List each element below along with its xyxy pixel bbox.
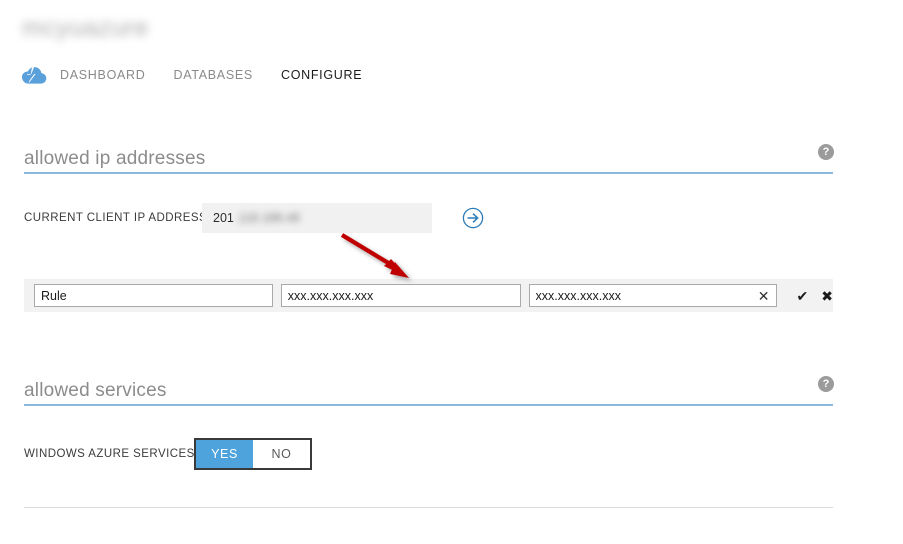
rule-end-ip-input[interactable]: [528, 284, 777, 307]
circle-arrow-right-icon[interactable]: [462, 207, 484, 229]
help-icon-allowed-services[interactable]: ?: [818, 376, 834, 392]
page-title: mcyuazure: [22, 14, 149, 42]
confirm-check-icon[interactable]: ✔: [797, 289, 809, 303]
section-header-allowed-ip: allowed ip addresses ?: [24, 140, 834, 174]
section-header-allowed-services: allowed services ?: [24, 372, 834, 406]
rule-start-ip-input[interactable]: [280, 284, 521, 307]
current-client-ip-row: CURRENT CLIENT IP ADDRESS 201 .118.188.4…: [24, 202, 833, 234]
section-underline-allowed-services: [24, 404, 833, 406]
clear-icon[interactable]: ✕: [758, 289, 770, 303]
current-client-ip-masked: .118.188.48: [234, 211, 300, 225]
windows-azure-services-label: WINDOWS AZURE SERVICES: [24, 448, 195, 460]
help-icon-allowed-ip[interactable]: ?: [818, 144, 834, 160]
windows-azure-services-toggle: YES NO: [194, 438, 312, 470]
tab-dashboard[interactable]: DASHBOARD: [60, 68, 145, 82]
current-client-ip-value: 201 .118.188.48: [202, 203, 432, 233]
rule-row-actions: ✔ ✖: [797, 289, 833, 303]
bottom-divider: [24, 507, 833, 508]
tab-configure[interactable]: CONFIGURE: [281, 68, 362, 82]
section-title-allowed-services: allowed services: [24, 380, 167, 401]
current-client-ip-visible: 201: [213, 211, 234, 225]
top-navigation: DASHBOARD DATABASES CONFIGURE: [0, 60, 903, 90]
windows-azure-services-row: WINDOWS AZURE SERVICES YES NO: [24, 438, 833, 470]
section-title-allowed-ip: allowed ip addresses: [24, 148, 206, 169]
toggle-option-yes[interactable]: YES: [196, 440, 253, 468]
rule-name-input[interactable]: [34, 284, 273, 307]
toggle-option-no[interactable]: NO: [253, 440, 310, 468]
section-allowed-ip-addresses: allowed ip addresses ? CURRENT CLIENT IP…: [24, 140, 834, 234]
rule-end-ip-wrapper: ✕: [528, 284, 777, 307]
section-allowed-services: allowed services ? WINDOWS AZURE SERVICE…: [24, 372, 834, 470]
tab-databases[interactable]: DATABASES: [173, 68, 252, 82]
current-client-ip-label: CURRENT CLIENT IP ADDRESS: [24, 212, 208, 224]
cloud-lightning-icon: [19, 60, 49, 90]
ip-rule-editor-row: ✕ ✔ ✖: [24, 279, 833, 312]
cancel-x-icon[interactable]: ✖: [821, 289, 833, 303]
section-underline-allowed-ip: [24, 172, 833, 174]
